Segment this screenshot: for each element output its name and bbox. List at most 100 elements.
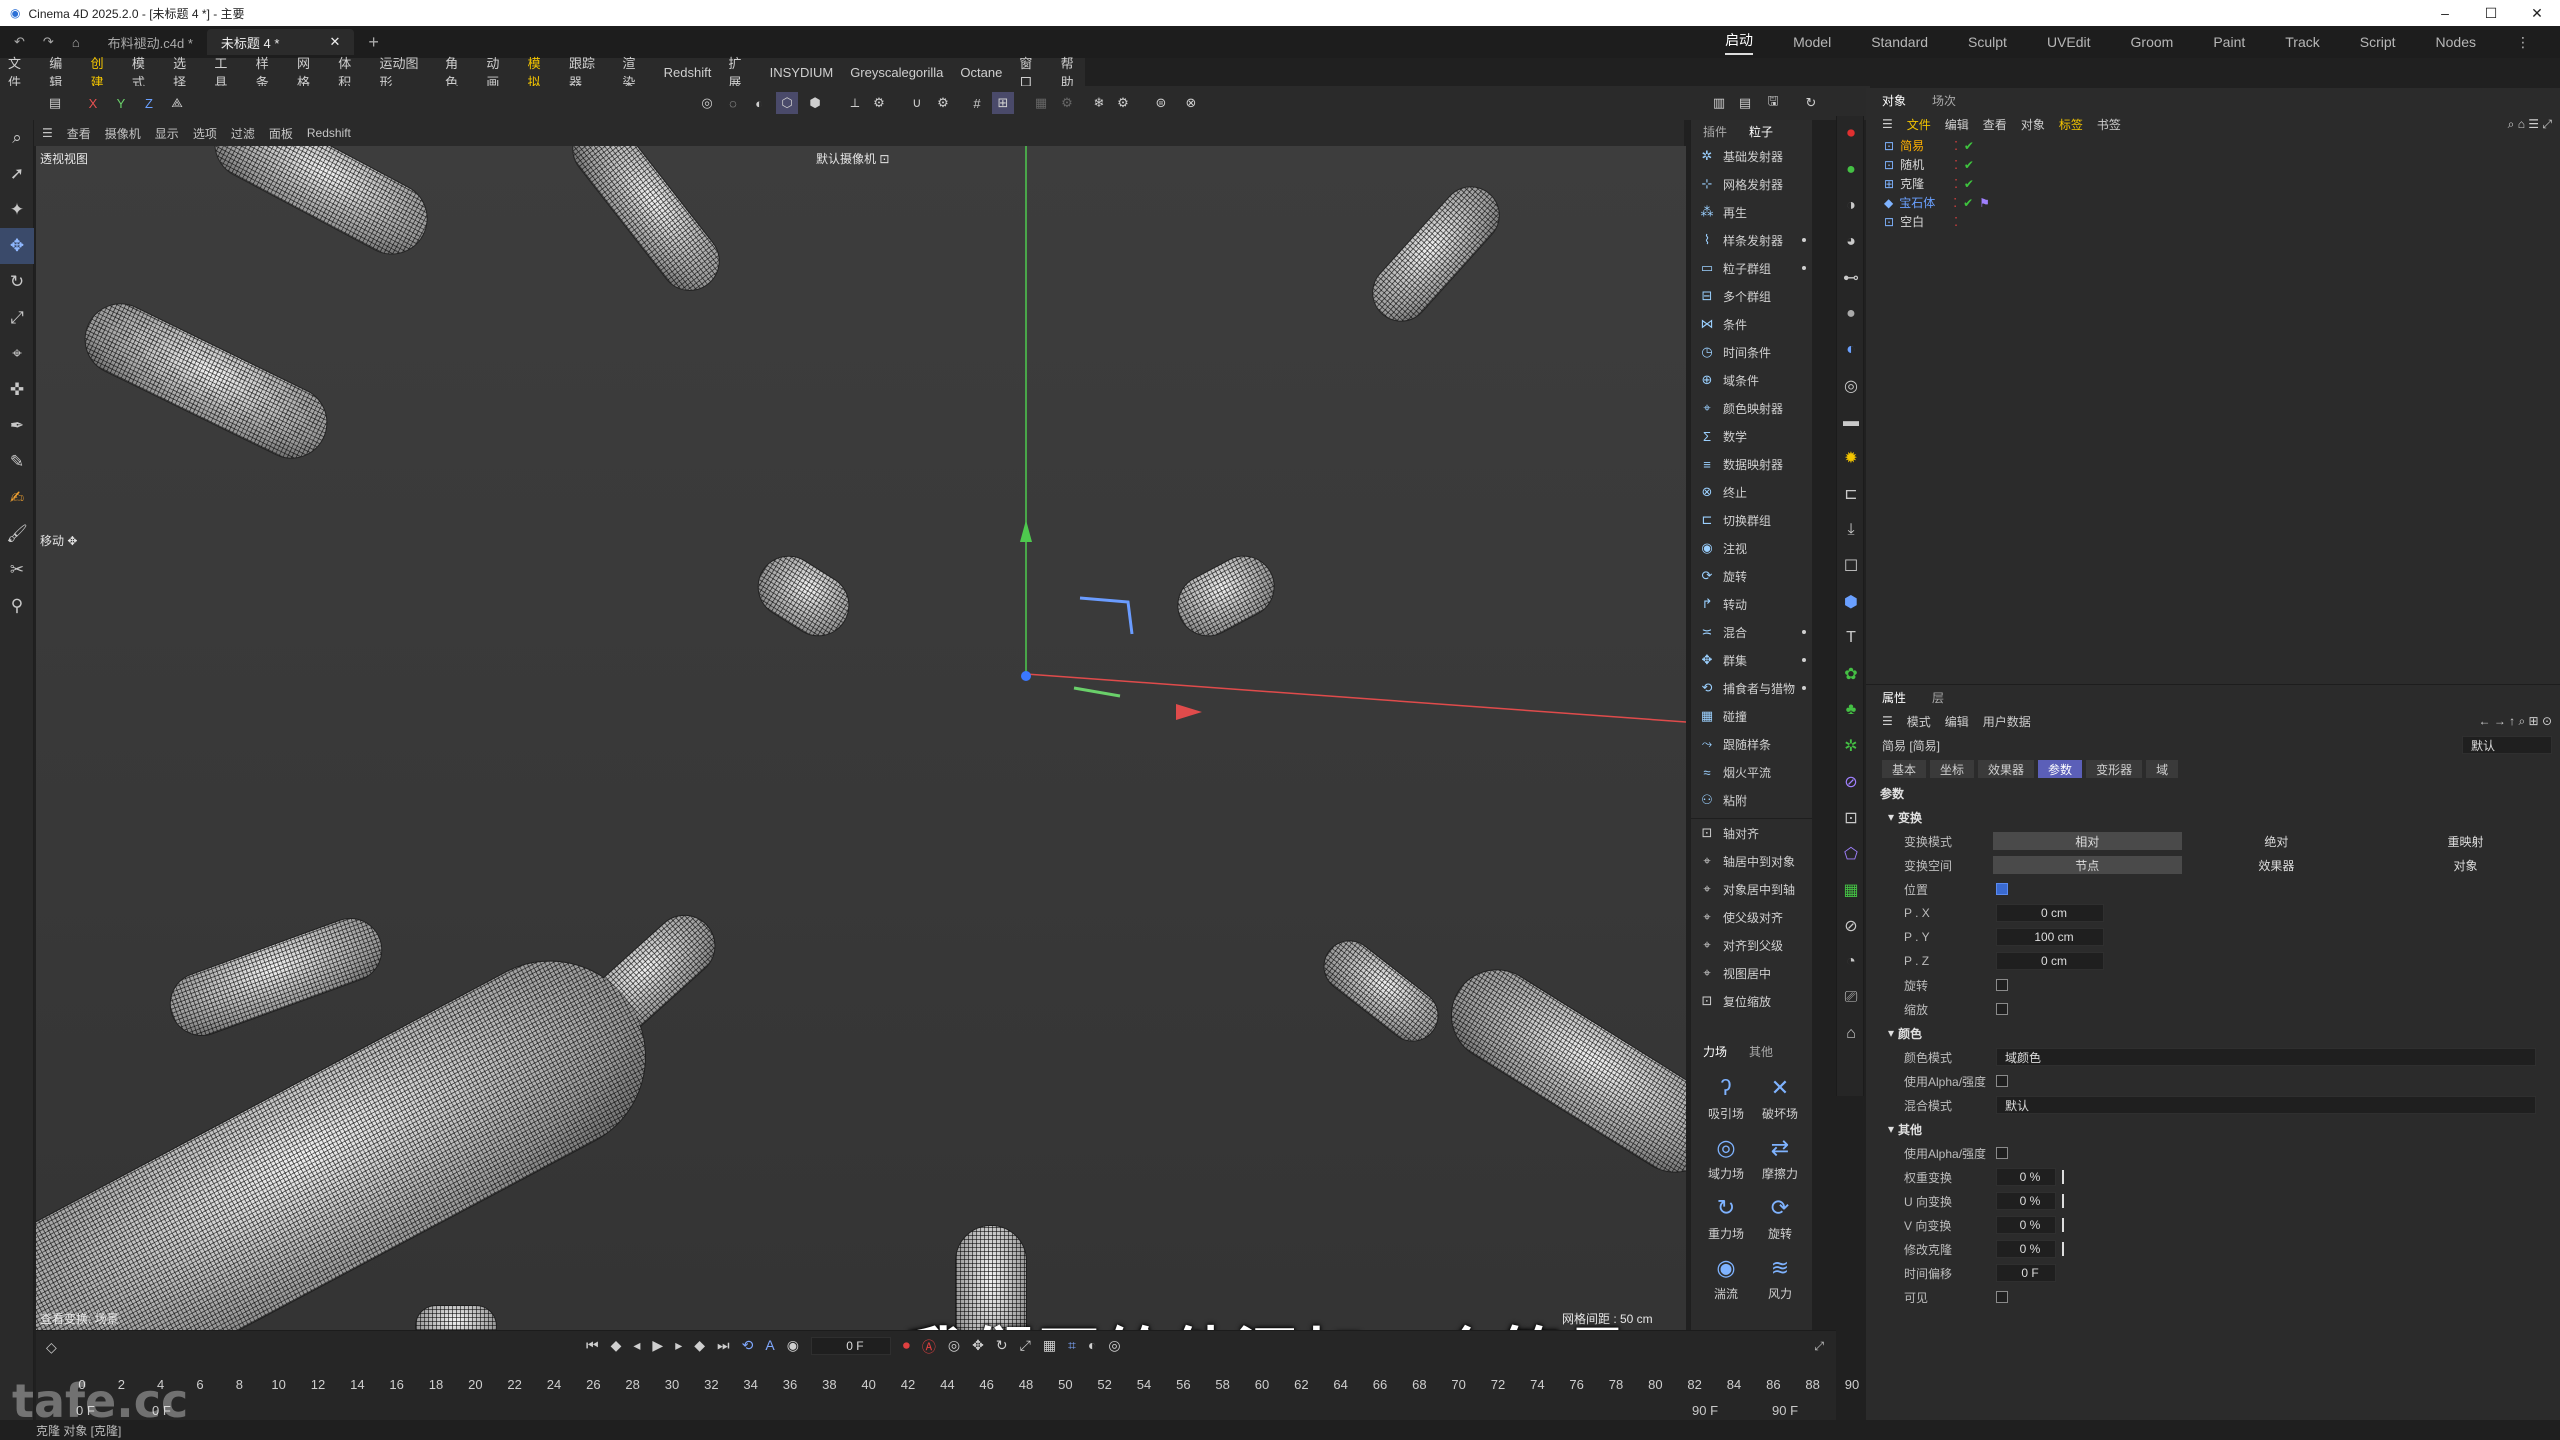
- layer-icon[interactable]: ▤: [44, 92, 66, 114]
- new-tab-button[interactable]: +: [354, 29, 393, 55]
- camera-icon[interactable]: ⎚: [1837, 980, 1865, 1016]
- v-slider[interactable]: [2062, 1218, 2064, 1232]
- particle-item[interactable]: Σ 数学: [1691, 422, 1812, 450]
- layout-sculpt[interactable]: Sculpt: [1968, 34, 2007, 50]
- render-picture-icon[interactable]: ❄: [1088, 92, 1110, 114]
- space-node[interactable]: 节点: [1992, 856, 2182, 874]
- weight-field[interactable]: 0 %: [1996, 1168, 2056, 1186]
- align-item[interactable]: ⊡ 复位缩放: [1691, 987, 1812, 1015]
- viewport-menu-redshift[interactable]: Redshift: [307, 126, 351, 140]
- object-menu-tags[interactable]: 标签: [2059, 116, 2083, 133]
- home-icon[interactable]: ⌂: [58, 29, 94, 55]
- particle-item[interactable]: ⁂ 再生: [1691, 198, 1812, 226]
- prev-frame-icon[interactable]: ◂: [633, 1337, 640, 1357]
- align-item[interactable]: ⌖ 视图居中: [1691, 959, 1812, 987]
- layout-nodes[interactable]: Nodes: [2436, 34, 2476, 50]
- object-menu-view[interactable]: 查看: [1983, 116, 2007, 133]
- axis-y-toggle[interactable]: Y: [110, 92, 132, 114]
- green-sphere-icon[interactable]: ●: [1837, 152, 1865, 188]
- timeline-ruler[interactable]: 0 2 4 6 8 10 12 14 16 18 20 22 24 26 28 30 32 34 36 38 40 42 4…: [78, 1377, 1859, 1397]
- brush-icon[interactable]: 🖌: [0, 516, 34, 552]
- points-mode-icon[interactable]: ◌: [722, 92, 744, 114]
- node-icon[interactable]: ⊷: [1837, 260, 1865, 296]
- grid-field-icon[interactable]: ▦: [1837, 872, 1865, 908]
- particle-item[interactable]: ↱ 转动: [1691, 590, 1812, 618]
- down-arrow-icon[interactable]: ⤓: [1837, 512, 1865, 548]
- next-key-icon[interactable]: ◆: [694, 1337, 705, 1357]
- cube-icon[interactable]: ⬢: [1837, 584, 1865, 620]
- sound-icon[interactable]: ⊗: [1180, 92, 1202, 114]
- tab-attributes[interactable]: 属性: [1882, 689, 1906, 706]
- particle-item[interactable]: ◉ 注视: [1691, 534, 1812, 562]
- render-settings-icon[interactable]: ⚙: [1056, 92, 1078, 114]
- particle-item[interactable]: ⌇ 样条发射器: [1691, 226, 1812, 254]
- turbulence-field-button[interactable]: ◉ 湍流: [1699, 1250, 1753, 1306]
- py-field[interactable]: 100 cm: [1996, 928, 2104, 946]
- 3d-viewport[interactable]: 透视视图 默认摄像机 ⊡ 移动 ✥ 查看变换: 场景 网格间距 : 50 cm …: [36, 146, 1686, 1330]
- redo-icon[interactable]: ↷: [39, 29, 58, 55]
- autorecord-icon[interactable]: Ⓐ: [922, 1337, 936, 1357]
- key-rotation-icon[interactable]: ↻: [996, 1337, 1008, 1357]
- transform-gizmo[interactable]: [36, 146, 1686, 1330]
- sphere-icon[interactable]: ●: [1837, 296, 1865, 332]
- keyframe-icon[interactable]: ◇: [46, 1339, 57, 1356]
- visibility-dots[interactable]: ⁚: [1953, 196, 1957, 210]
- object-menu-bookmarks[interactable]: 书签: [2097, 116, 2121, 133]
- particle-item[interactable]: ⚇ 粘附: [1691, 786, 1812, 814]
- viewport-options-icon[interactable]: ☰: [42, 126, 53, 140]
- viewport-menu-display[interactable]: 显示: [155, 125, 179, 142]
- attr-menu-edit[interactable]: 编辑: [1945, 713, 1969, 730]
- tab-objects[interactable]: 对象: [1882, 92, 1906, 109]
- visibility-dots[interactable]: ⁚: [1954, 158, 1958, 172]
- close-window-button[interactable]: ✕: [2514, 0, 2560, 26]
- particle-item[interactable]: ⊹ 网格发射器: [1691, 170, 1812, 198]
- particle-item[interactable]: ⊕ 域条件: [1691, 366, 1812, 394]
- grid-snap-icon[interactable]: ⊞: [992, 92, 1014, 114]
- visible-checkbox[interactable]: [1996, 1291, 2008, 1303]
- position-checkbox[interactable]: [1996, 883, 2008, 895]
- clone-slider[interactable]: [2062, 1242, 2064, 1256]
- knife-icon[interactable]: ✂: [0, 552, 34, 588]
- material-icon[interactable]: ◑: [1837, 188, 1865, 224]
- bend-icon[interactable]: ⊡: [1837, 800, 1865, 836]
- particle-item[interactable]: ≍ 混合: [1691, 618, 1812, 646]
- go-start-icon[interactable]: ⏮: [586, 1337, 599, 1357]
- menu-insydium[interactable]: INSYDIUM: [770, 65, 834, 80]
- deformer-icon[interactable]: ⊘: [1837, 764, 1865, 800]
- layout-groom[interactable]: Groom: [2131, 34, 2174, 50]
- attr-menu-mode[interactable]: 模式: [1907, 713, 1931, 730]
- axis-z-toggle[interactable]: Z: [138, 92, 160, 114]
- other-section[interactable]: ▾ 其他: [1866, 1117, 2560, 1141]
- ring-icon[interactable]: ◎: [1837, 368, 1865, 404]
- clock-icon[interactable]: ◔: [1837, 944, 1865, 980]
- align-item[interactable]: ⊡ 轴对齐: [1691, 819, 1812, 847]
- color-mode-dropdown[interactable]: 域颜色: [1996, 1048, 2536, 1066]
- gear-green-icon[interactable]: ✿: [1837, 656, 1865, 692]
- uv-mode-icon[interactable]: ⬢: [804, 92, 826, 114]
- layout-model[interactable]: Model: [1793, 34, 1831, 50]
- subtab-basic[interactable]: 基本: [1882, 760, 1927, 778]
- align-item[interactable]: ⌖ 使父级对齐: [1691, 903, 1812, 931]
- particle-item[interactable]: ⟳ 旋转: [1691, 562, 1812, 590]
- attr-menu-userdata[interactable]: 用户数据: [1983, 713, 2031, 730]
- key-pla-icon[interactable]: ⌗: [1068, 1337, 1076, 1357]
- transform-icon[interactable]: ⌖: [0, 336, 34, 372]
- cloner-icon[interactable]: ♣: [1837, 692, 1865, 728]
- object-search-icon[interactable]: ⌕ ⌂ ☰ ⤢: [2508, 117, 2552, 132]
- magnet-icon[interactable]: ∪: [906, 92, 928, 114]
- object-menu-icon[interactable]: ☰: [1882, 117, 1893, 131]
- axis-x-toggle[interactable]: X: [82, 92, 104, 114]
- particle-item[interactable]: ✲ 基础发射器: [1691, 142, 1812, 170]
- attr-menu-icon[interactable]: ☰: [1882, 714, 1893, 728]
- minimize-button[interactable]: –: [2422, 0, 2468, 26]
- attractor-field-button[interactable]: ʔ 吸引场: [1699, 1070, 1753, 1126]
- viewport-menu-filter[interactable]: 过滤: [231, 125, 255, 142]
- particle-item[interactable]: ⊏ 切换群组: [1691, 506, 1812, 534]
- pen-icon[interactable]: ✒: [0, 408, 34, 444]
- preset-dropdown[interactable]: 默认: [2462, 736, 2552, 754]
- subtab-parameter[interactable]: 参数: [2038, 760, 2083, 778]
- object-menu-object[interactable]: 对象: [2021, 116, 2045, 133]
- clone-field[interactable]: 0 %: [1996, 1240, 2056, 1258]
- tab-layers[interactable]: 层: [1932, 689, 1944, 706]
- space-object[interactable]: 对象: [2371, 856, 2560, 874]
